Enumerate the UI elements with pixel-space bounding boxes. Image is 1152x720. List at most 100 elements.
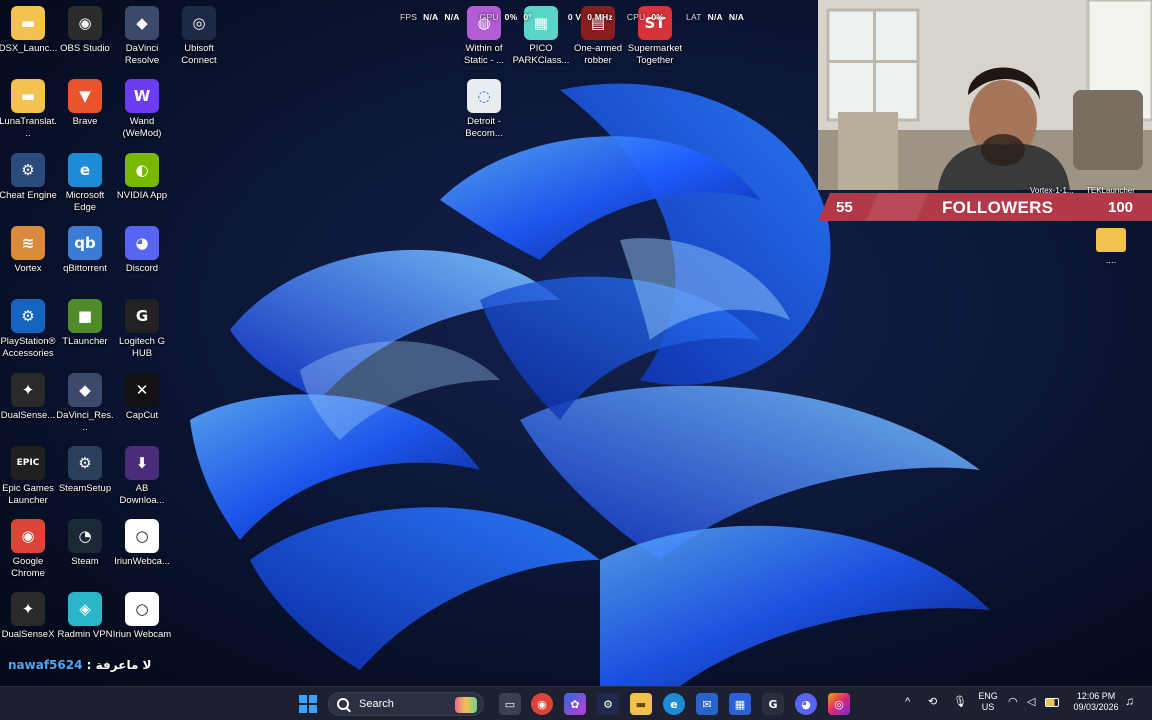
taskbar: Search ▭ ◉ ✿ ⚙ ▬ e ✉ ▦ G ◕ ◎ ^ ⟲ 🎙 ENG U…	[0, 686, 1152, 720]
desktop-icon-label: Brave	[72, 116, 98, 128]
battery-icon[interactable]	[1045, 698, 1059, 707]
desktop-icon-ubisoft[interactable]: ◎ Ubisoft Connect	[171, 6, 227, 67]
taskbar-file-explorer[interactable]: ▬	[630, 693, 652, 715]
tray-overflow-icon[interactable]: ^	[905, 697, 910, 708]
desktop-icon-davinci[interactable]: ◆ DaVinci_Res...	[56, 372, 114, 434]
chat-username: nawaf5624	[8, 658, 83, 672]
taskbar-edge[interactable]: e	[663, 693, 685, 715]
notification-bell-icon[interactable]: ♫	[1125, 695, 1134, 707]
desktop-icon-label: Epic Games Launcher	[2, 482, 54, 506]
desktop-icon-folder[interactable]: ....	[1083, 228, 1139, 267]
desktop-icon-steam-setup[interactable]: ⚙ SteamSetup	[57, 445, 113, 495]
taskbar-copilot[interactable]: ✿	[564, 693, 586, 715]
microphone-icon[interactable]: 🎙	[953, 697, 967, 708]
instagram-icon: ◎	[834, 697, 844, 711]
desktop-icon-dualsense[interactable]: ✦ DualSenseX	[0, 592, 56, 641]
desktop-icon-label: NVIDIA App	[116, 189, 168, 201]
search-highlight-icon	[455, 697, 477, 713]
desktop-icon-chrome[interactable]: ◉ Google Chrome	[0, 519, 56, 580]
desktop-icon-qbittorrent[interactable]: qb qBittorrent	[57, 225, 113, 275]
desktop-icon-radmin[interactable]: ◈ Radmin VPN	[57, 592, 113, 641]
desktop-icon-label: LunaTranslat...	[0, 116, 57, 140]
performance-overlay: FPS N/A N/A GPU 0% 0° 0 V 0 MHz CPU 0% L…	[400, 8, 744, 26]
search-placeholder: Search	[359, 698, 394, 710]
desktop-icon-brave[interactable]: ▼ Brave	[57, 79, 113, 128]
desktop-icon-label: Radmin VPN	[57, 629, 113, 641]
chat-separator: :	[86, 658, 92, 672]
region-code: US	[981, 702, 995, 712]
desktop-icon-label: Microsoft Edge	[65, 189, 105, 213]
taskbar-app-4[interactable]: ⚙	[597, 693, 619, 715]
wand-icon: W	[125, 79, 159, 114]
folder-icon	[1096, 228, 1126, 252]
language-code: ENG	[978, 691, 998, 701]
desktop-icon-label: Supermarket Together	[627, 43, 683, 66]
desktop-icon-discord[interactable]: ◕ Discord	[114, 225, 170, 275]
desktop-icon-playstation[interactable]: ⚙ PlayStation® Accessories	[0, 299, 56, 360]
desktop-icon-iriun[interactable]: ○ IriunWebca...	[114, 519, 170, 568]
followers-goal-bar: 55 FOLLOWERS 100	[818, 193, 1152, 221]
taskbar-search[interactable]: Search	[328, 692, 484, 716]
desktop-icon-nvidia[interactable]: ◐ NVIDIA App	[114, 152, 170, 202]
lat-value: N/A	[707, 12, 723, 22]
playstation-icon: ⚙	[11, 299, 45, 334]
tray-app-icon[interactable]: ⟲	[928, 697, 937, 708]
desktop-icon-label: IriunWebca...	[114, 556, 170, 568]
detroit-icon: ◌	[467, 79, 501, 113]
desktop-icon-label: Cheat Engine	[0, 189, 57, 201]
epic-games-icon: EPIC	[11, 445, 45, 480]
folder-icon: ▬	[11, 6, 45, 40]
desktop-icon-tlauncher[interactable]: ■ TLauncher	[57, 299, 113, 348]
desktop-icon-label: Ubisoft Connect	[181, 43, 217, 66]
desktop-icon-label: Google Chrome	[11, 556, 45, 580]
desktop-icon-edge[interactable]: e Microsoft Edge	[57, 152, 113, 214]
desktop-icon-capcut[interactable]: ✕ CapCut	[114, 372, 170, 422]
taskbar-chrome[interactable]: ◉	[531, 693, 553, 715]
language-indicator[interactable]: ENG US	[977, 691, 999, 713]
search-icon	[337, 698, 349, 710]
desktop-icon-label: DualSense...	[0, 409, 56, 421]
desktop-icon-folder[interactable]: ▬ DSX_Launc...	[0, 6, 57, 55]
desktop-icon-epic-games[interactable]: EPIC Epic Games Launcher	[0, 445, 56, 507]
windows-logo-icon	[299, 695, 317, 713]
desktop-icon-wand[interactable]: W Wand (WeMod)	[114, 79, 170, 140]
desktop-icon-label: Vortex	[14, 262, 42, 274]
iriun-icon: ○	[125, 519, 159, 554]
taskbar-app-9[interactable]: G	[762, 693, 784, 715]
desktop-icon-cheat-engine[interactable]: ⚙ Cheat Engine	[0, 152, 57, 202]
nvidia-icon: ◐	[125, 152, 159, 187]
task-view-button[interactable]: ▭	[499, 693, 521, 715]
desktop-icon-dualsense[interactable]: ✦ DualSense...	[0, 372, 56, 422]
desktop-icon-detroit[interactable]: ◌ Detroit - Becom...	[456, 79, 512, 140]
desktop-icon-label: AB Downloa...	[119, 482, 165, 506]
taskbar-store[interactable]: ▦	[729, 693, 751, 715]
desktop-icon-davinci[interactable]: ◆ DaVinci Resolve	[114, 6, 170, 67]
discord-icon: ◕	[125, 225, 159, 260]
desktop-icon-obs[interactable]: ◉ OBS Studio	[57, 6, 113, 55]
followers-goal: 100	[1108, 199, 1134, 216]
wifi-icon[interactable]: ◠	[1008, 697, 1018, 708]
volume-icon[interactable]: ◁	[1027, 697, 1035, 708]
desktop-icon-label: PICO PARKClass...	[512, 43, 570, 66]
desktop-icon-iriun[interactable]: ○ Iriun Webcam	[113, 592, 171, 641]
desktop-icon-folder[interactable]: ▬ LunaTranslat...	[0, 79, 57, 140]
desktop-icon-vortex[interactable]: ≋ Vortex	[0, 225, 56, 275]
desktop-icon-label: OBS Studio	[60, 43, 110, 54]
steam-icon: ◔	[68, 519, 102, 554]
taskbar-outlook[interactable]: ✉	[696, 693, 718, 715]
taskbar-discord[interactable]: ◕	[795, 693, 817, 715]
davinci-icon: ◆	[68, 372, 102, 407]
folder-icon: ▬	[635, 697, 647, 711]
start-button[interactable]	[297, 693, 319, 715]
desktop-icon-label: DaVinci_Res...	[56, 409, 114, 433]
dualsense-icon: ✦	[11, 372, 45, 407]
taskbar-instagram[interactable]: ◎	[828, 693, 850, 715]
ubisoft-icon: ◎	[182, 6, 216, 40]
mail-icon: ✉	[702, 697, 712, 711]
desktop-icon-logitech[interactable]: G Logitech G HUB	[114, 299, 170, 360]
desktop-icon-steam[interactable]: ◔ Steam	[57, 519, 113, 568]
desktop-icon-ab-download[interactable]: ⬇ AB Downloa...	[114, 445, 170, 507]
iriun-icon: ○	[125, 592, 159, 627]
clock[interactable]: 12:06 PM 09/03/2026	[1068, 691, 1124, 713]
overlay-value-5: 0 MHz	[587, 12, 613, 22]
